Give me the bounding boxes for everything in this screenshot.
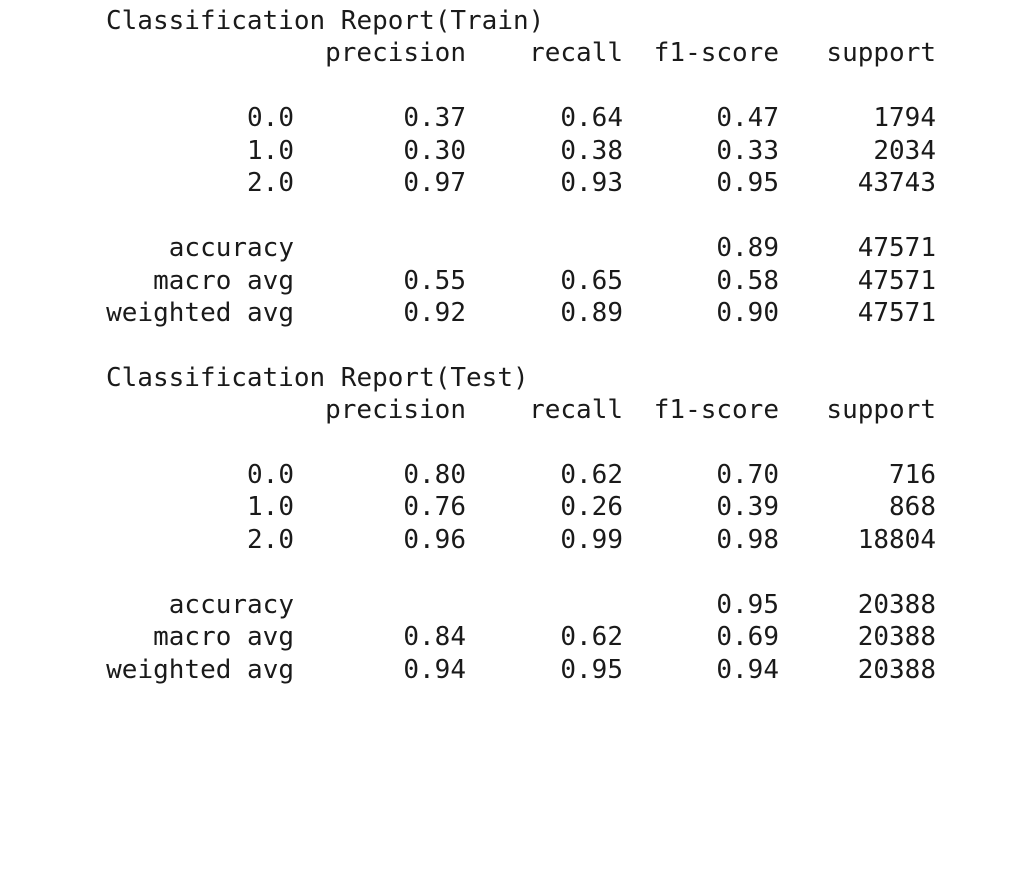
precision-value: 0.84 <box>403 622 466 652</box>
recall-value: 0.64 <box>560 103 623 133</box>
row-label: weighted avg <box>106 655 294 685</box>
support-value: 20388 <box>857 590 936 620</box>
f1-value: 0.95 <box>716 590 779 620</box>
f1-value: 0.90 <box>716 298 779 328</box>
recall-value: 0.65 <box>560 266 623 296</box>
header-precision: precision <box>325 38 466 68</box>
f1-value: 0.39 <box>716 492 779 522</box>
support-value: 20388 <box>857 622 936 652</box>
row-label: weighted avg <box>106 298 294 328</box>
precision-value: 0.96 <box>403 525 466 555</box>
precision-value: 0.97 <box>403 168 466 198</box>
row-label: macro avg <box>153 622 294 652</box>
row-label: macro avg <box>153 266 294 296</box>
recall-value: 0.89 <box>560 298 623 328</box>
recall-value: 0.62 <box>560 460 623 490</box>
recall-value: 0.93 <box>560 168 623 198</box>
header-f1-score: f1-score <box>653 38 779 68</box>
header-support: support <box>826 395 936 425</box>
support-value: 1794 <box>873 103 936 133</box>
summary-row-accuracy: accuracy 0.89 47571 <box>0 232 1016 264</box>
class-row: 2.0 0.96 0.99 0.98 18804 <box>0 524 1016 556</box>
header-recall: recall <box>529 38 623 68</box>
header-precision: precision <box>325 395 466 425</box>
row-label: 2.0 <box>247 525 294 555</box>
header-recall: recall <box>529 395 623 425</box>
summary-row-accuracy: accuracy 0.95 20388 <box>0 589 1016 621</box>
row-label: 0.0 <box>247 460 294 490</box>
header-row: precision recall f1-score support <box>0 37 1016 69</box>
precision-value: 0.92 <box>403 298 466 328</box>
report-title: Classification Report(Test) <box>106 363 529 393</box>
summary-row-macro-avg: macro avg 0.55 0.65 0.58 47571 <box>0 265 1016 297</box>
class-row: 0.0 0.37 0.64 0.47 1794 <box>0 102 1016 134</box>
f1-value: 0.58 <box>716 266 779 296</box>
header-support: support <box>826 38 936 68</box>
summary-row-macro-avg: macro avg 0.84 0.62 0.69 20388 <box>0 621 1016 653</box>
summary-row-weighted-avg: weighted avg 0.92 0.89 0.90 47571 <box>0 297 1016 329</box>
header-row: precision recall f1-score support <box>0 394 1016 426</box>
f1-value: 0.95 <box>716 168 779 198</box>
summary-row-weighted-avg: weighted avg 0.94 0.95 0.94 20388 <box>0 654 1016 686</box>
f1-value: 0.94 <box>716 655 779 685</box>
support-value: 47571 <box>857 266 936 296</box>
recall-value: 0.99 <box>560 525 623 555</box>
row-label: 1.0 <box>247 136 294 166</box>
class-row: 0.0 0.80 0.62 0.70 716 <box>0 459 1016 491</box>
f1-value: 0.89 <box>716 233 779 263</box>
row-label: 2.0 <box>247 168 294 198</box>
row-label: accuracy <box>168 590 294 620</box>
f1-value: 0.33 <box>716 136 779 166</box>
report-title-line: Classification Report(Test) <box>0 362 1016 394</box>
class-row: 1.0 0.30 0.38 0.33 2034 <box>0 135 1016 167</box>
row-label: 1.0 <box>247 492 294 522</box>
class-row: 2.0 0.97 0.93 0.95 43743 <box>0 167 1016 199</box>
support-value: 47571 <box>857 233 936 263</box>
support-value: 2034 <box>873 136 936 166</box>
precision-value: 0.80 <box>403 460 466 490</box>
report-title-line: Classification Report(Train) <box>0 5 1016 37</box>
row-label: 0.0 <box>247 103 294 133</box>
support-value: 716 <box>889 460 936 490</box>
support-value: 43743 <box>857 168 936 198</box>
precision-value: 0.76 <box>403 492 466 522</box>
recall-value: 0.62 <box>560 622 623 652</box>
f1-value: 0.70 <box>716 460 779 490</box>
f1-value: 0.47 <box>716 103 779 133</box>
recall-value: 0.38 <box>560 136 623 166</box>
precision-value: 0.30 <box>403 136 466 166</box>
header-f1-score: f1-score <box>653 395 779 425</box>
recall-value: 0.95 <box>560 655 623 685</box>
support-value: 20388 <box>857 655 936 685</box>
report-title: Classification Report(Train) <box>106 6 545 36</box>
precision-value: 0.37 <box>403 103 466 133</box>
support-value: 47571 <box>857 298 936 328</box>
recall-value: 0.26 <box>560 492 623 522</box>
support-value: 18804 <box>857 525 936 555</box>
row-label: accuracy <box>168 233 294 263</box>
f1-value: 0.98 <box>716 525 779 555</box>
f1-value: 0.69 <box>716 622 779 652</box>
precision-value: 0.94 <box>403 655 466 685</box>
support-value: 868 <box>889 492 936 522</box>
precision-value: 0.55 <box>403 266 466 296</box>
class-row: 1.0 0.76 0.26 0.39 868 <box>0 491 1016 523</box>
